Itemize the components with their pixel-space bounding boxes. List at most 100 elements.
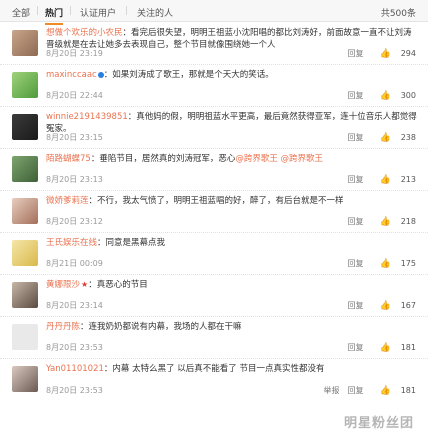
comment-actions: 回复 👍 213	[340, 174, 417, 185]
comment-text: ：真恶心的节目	[88, 280, 148, 290]
tab-separator: |	[125, 6, 129, 16]
like-button[interactable]: 👍 213	[372, 175, 417, 185]
like-count: 238	[400, 133, 416, 142]
like-count: 181	[400, 386, 416, 395]
avatar[interactable]	[12, 324, 38, 350]
avatar[interactable]	[12, 72, 38, 98]
comment-text: ：内幕 太特么黑了 以后真不能看了 节目一点真实性都没有	[103, 364, 325, 374]
comment-item: maxinccaac ：如果刘涛成了歌王，那就是个天大的笑话。 8月20日 22:…	[0, 65, 428, 107]
comment-username[interactable]: 黄娜限沙	[46, 280, 80, 290]
like-count: 294	[400, 49, 416, 58]
avatar[interactable]	[12, 114, 38, 140]
thumbs-up-icon: 👍	[379, 301, 391, 311]
comment-item: Yan01101021：内幕 太特么黑了 以后真不能看了 节目一点真实性都没有 …	[0, 359, 428, 401]
tab-separator: |	[36, 6, 40, 16]
tab-following[interactable]: 关注的人	[137, 6, 173, 19]
comment-time: 8月21日 00:09	[46, 259, 103, 268]
tab-all[interactable]: 全部	[12, 6, 30, 19]
comment-actions: 回复 👍 238	[340, 132, 417, 143]
like-button[interactable]: 👍 300	[372, 91, 417, 101]
comment-text: ：同意是黑幕点我	[97, 238, 166, 248]
comment-text: ：连我奶奶都说有内幕，我场的人都在干嘛	[80, 322, 242, 332]
thumbs-up-icon: 👍	[379, 91, 391, 101]
thumbs-up-icon: 👍	[379, 343, 391, 353]
comment-username[interactable]: 陌路蝴蝶75	[46, 154, 91, 164]
avatar[interactable]	[12, 156, 38, 182]
comment-username[interactable]: winnie2191439851	[46, 112, 128, 122]
comment-time: 8月20日 22:44	[46, 91, 103, 100]
comment-text: ：垂陷节目，居然真的刘涛冠军，恶心	[90, 154, 236, 164]
reply-button[interactable]: 回复	[348, 259, 364, 268]
like-button[interactable]: 👍 181	[372, 386, 417, 396]
comment-username[interactable]: maxinccaac	[46, 70, 97, 80]
comment-text: ：不行，我太气愤了，明明王祖蓝唱的好，醉了，有后台就是不一样	[88, 196, 344, 206]
comment-username[interactable]: 丹丹丹陈	[46, 322, 80, 332]
like-button[interactable]: 👍 167	[372, 301, 417, 311]
comment-item: 陌路蝴蝶75：垂陷节目，居然真的刘涛冠军，恶心@跨界歌王 @跨界歌王 8月20日…	[0, 149, 428, 191]
comment-username[interactable]: 王氏娱乐在线	[46, 238, 97, 248]
comment-username[interactable]: 微娇爹莉莲	[46, 196, 89, 206]
like-count: 300	[400, 91, 416, 100]
comment-item: 想做个欢乐的小农民：看完后很失望，明明王祖蓝小沈阳唱的都比刘涛好，前面故意一直不…	[0, 23, 428, 65]
comment-username[interactable]: Yan01101021	[46, 364, 104, 374]
comment-time: 8月20日 23:53	[46, 386, 103, 395]
report-button[interactable]: 举报	[324, 386, 340, 395]
like-count: 175	[400, 259, 416, 268]
comment-time: 8月20日 23:13	[46, 175, 103, 184]
comment-actions: 回复 👍 167	[340, 300, 417, 311]
tab-separator: |	[69, 6, 73, 16]
like-button[interactable]: 👍 181	[372, 343, 417, 353]
reply-button[interactable]: 回复	[348, 133, 364, 142]
comment-total-count: 共500条	[380, 9, 416, 19]
comment-time: 8月20日 23:12	[46, 217, 103, 226]
thumbs-up-icon: 👍	[379, 386, 391, 396]
like-count: 181	[400, 343, 416, 352]
thumbs-up-icon: 👍	[379, 49, 391, 59]
comment-actions: 回复 👍 175	[340, 258, 417, 269]
thumbs-up-icon: 👍	[379, 217, 391, 227]
avatar[interactable]	[12, 366, 38, 392]
tab-verified[interactable]: 认证用户	[80, 6, 116, 19]
like-button[interactable]: 👍 238	[372, 133, 417, 143]
reply-button[interactable]: 回复	[348, 91, 364, 100]
avatar[interactable]	[12, 198, 38, 224]
reply-button[interactable]: 回复	[348, 175, 364, 184]
comment-username[interactable]: 想做个欢乐的小农民	[46, 28, 123, 38]
comment-actions: 回复 👍 300	[340, 90, 417, 101]
comment-time: 8月20日 23:15	[46, 133, 103, 142]
like-count: 167	[400, 301, 416, 310]
reply-button[interactable]: 回复	[348, 343, 364, 352]
like-count: 213	[400, 175, 416, 184]
comment-time: 8月20日 23:14	[46, 301, 103, 310]
like-count: 218	[400, 217, 416, 226]
reply-button[interactable]: 回复	[348, 301, 364, 310]
comment-item: 王氏娱乐在线：同意是黑幕点我 8月21日 00:09 回复 👍 175	[0, 233, 428, 275]
thumbs-up-icon: 👍	[379, 133, 391, 143]
avatar[interactable]	[12, 30, 38, 56]
comment-actions: 举报 回复 👍 181	[316, 385, 417, 396]
reply-button[interactable]: 回复	[348, 217, 364, 226]
comment-item: 黄娜限沙★：真恶心的节目 8月20日 23:14 回复 👍 167	[0, 275, 428, 317]
comment-actions: 回复 👍 218	[340, 216, 417, 227]
thumbs-up-icon: 👍	[379, 259, 391, 269]
comment-text: ：如果刘涛成了歌王，那就是个天大的笑话。	[103, 70, 274, 80]
reply-button[interactable]: 回复	[348, 49, 364, 58]
like-button[interactable]: 👍 218	[372, 217, 417, 227]
comment-list: 想做个欢乐的小农民：看完后很失望，明明王祖蓝小沈阳唱的都比刘涛好，前面故意一直不…	[0, 23, 428, 401]
like-button[interactable]: 👍 294	[372, 49, 417, 59]
comment-filter-tabs: 全部 | 热门 | 认证用户 | 关注的人 共500条	[0, 0, 428, 25]
comment-item: winnie2191439851：真他妈的假，明明祖蓝水平更高，最后竟然获得亚军…	[0, 107, 428, 149]
avatar[interactable]	[12, 240, 38, 266]
comment-item: 丹丹丹陈：连我奶奶都说有内幕，我场的人都在干嘛 8月20日 23:53 回复 👍 1…	[0, 317, 428, 359]
comment-time: 8月20日 23:53	[46, 343, 103, 352]
comment-actions: 回复 👍 294	[340, 48, 417, 59]
comment-mention[interactable]: @跨界歌王 @跨界歌王	[235, 154, 323, 164]
like-button[interactable]: 👍 175	[372, 259, 417, 269]
avatar[interactable]	[12, 282, 38, 308]
comment-item: 微娇爹莉莲：不行，我太气愤了，明明王祖蓝唱的好，醉了，有后台就是不一样 8月20…	[0, 191, 428, 233]
comment-time: 8月20日 23:19	[46, 49, 103, 58]
thumbs-up-icon: 👍	[379, 175, 391, 185]
reply-button[interactable]: 回复	[348, 386, 364, 395]
tab-hot[interactable]: 热门	[45, 6, 64, 25]
watermark: 明星粉丝团	[343, 416, 414, 431]
